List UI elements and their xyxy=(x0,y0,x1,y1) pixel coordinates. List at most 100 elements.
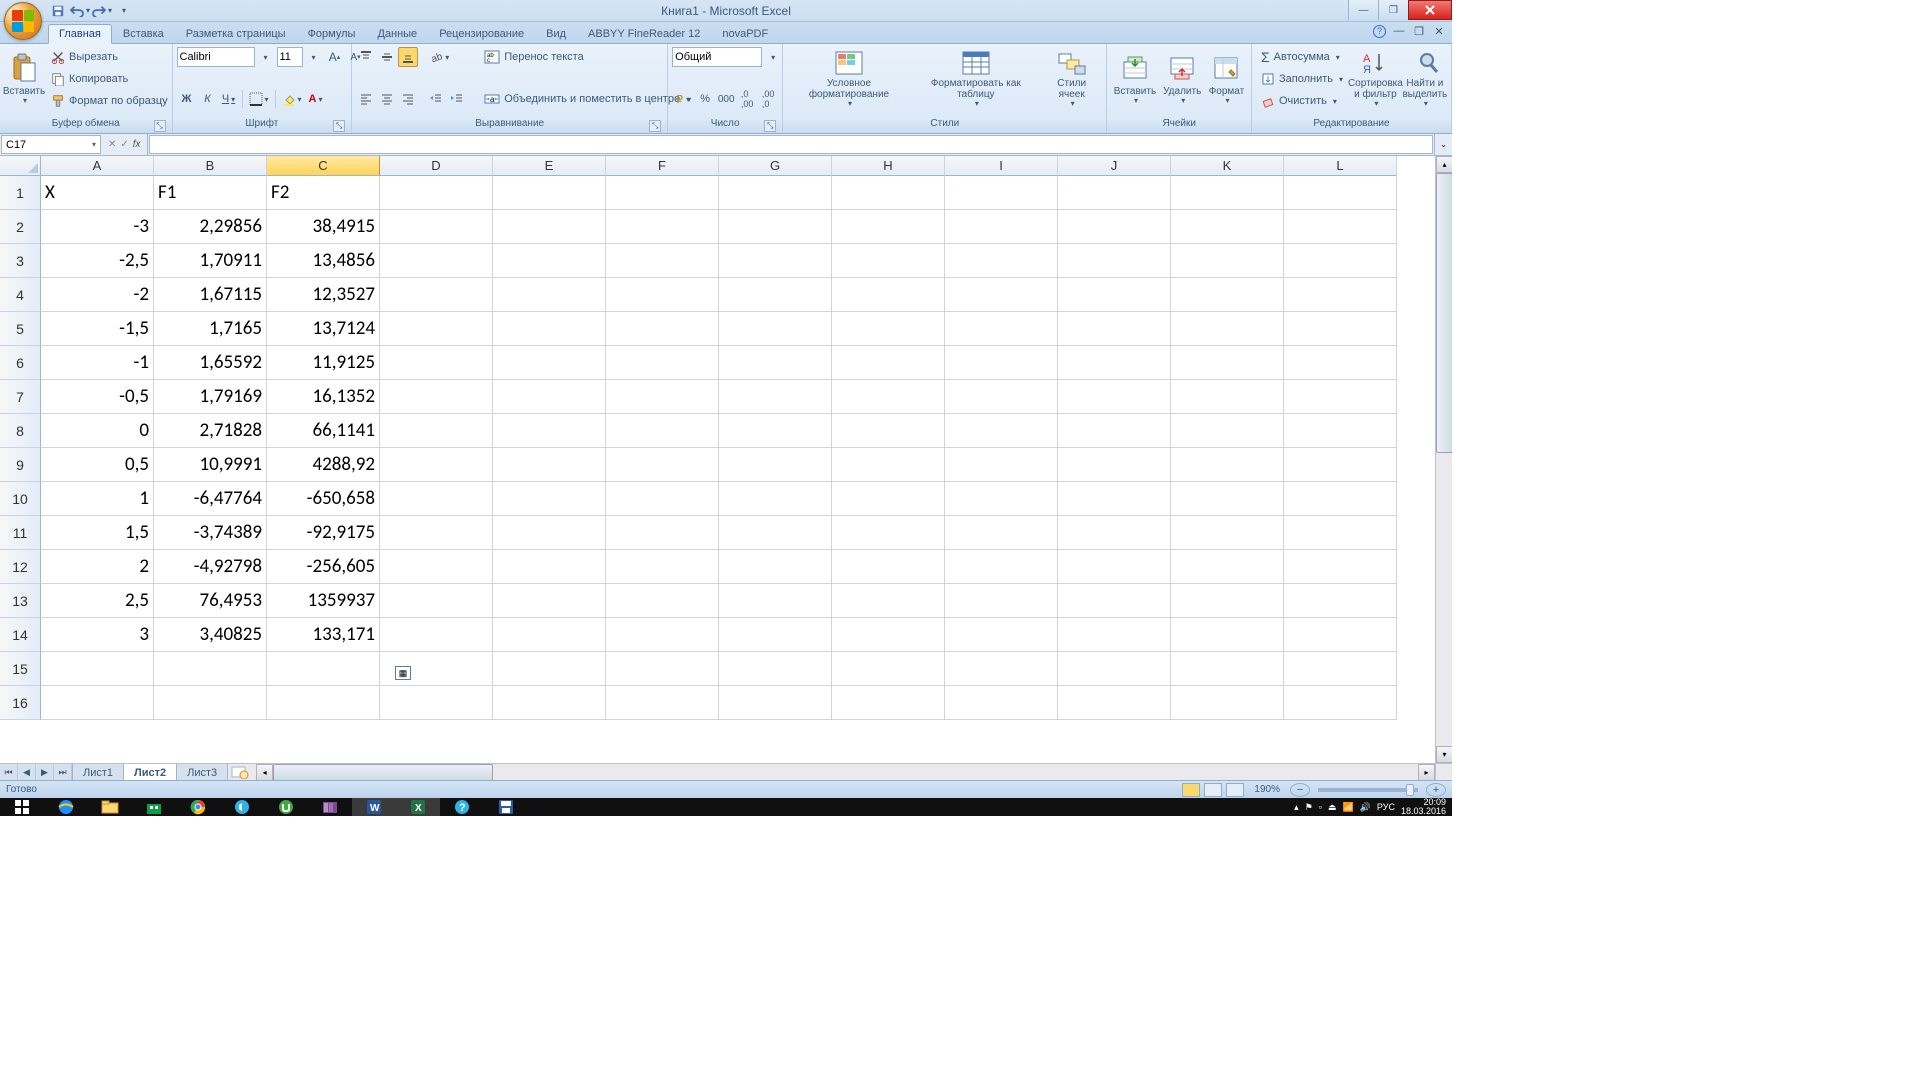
cell[interactable]: F2 xyxy=(267,176,380,210)
cell[interactable] xyxy=(1058,346,1171,380)
column-header[interactable]: H xyxy=(832,156,945,176)
cell[interactable] xyxy=(832,686,945,720)
ribbon-tab-6[interactable]: Вид xyxy=(535,24,577,43)
font-dialog-launcher[interactable]: ⤡ xyxy=(333,120,345,132)
cell[interactable] xyxy=(719,550,832,584)
cell[interactable] xyxy=(832,210,945,244)
cell[interactable] xyxy=(380,618,493,652)
cell[interactable] xyxy=(832,584,945,618)
cell[interactable] xyxy=(606,584,719,618)
cell[interactable] xyxy=(719,414,832,448)
cell[interactable] xyxy=(1171,176,1284,210)
number-format-select[interactable] xyxy=(672,47,762,67)
cell[interactable] xyxy=(832,448,945,482)
cell[interactable] xyxy=(380,550,493,584)
cell[interactable] xyxy=(41,652,154,686)
cell[interactable] xyxy=(945,244,1058,278)
grow-font-button[interactable]: A▴ xyxy=(325,47,345,67)
cell[interactable] xyxy=(1284,380,1397,414)
cell[interactable] xyxy=(1171,652,1284,686)
row-header[interactable]: 12 xyxy=(0,550,41,584)
tray-network-icon[interactable]: 📶 xyxy=(1342,802,1353,813)
zoom-in-button[interactable]: + xyxy=(1426,783,1446,797)
row-header[interactable]: 3 xyxy=(0,244,41,278)
office-button[interactable] xyxy=(4,2,42,40)
cell[interactable] xyxy=(1284,414,1397,448)
cell[interactable] xyxy=(1058,244,1171,278)
taskbar-utorrent[interactable] xyxy=(264,798,308,816)
cell[interactable] xyxy=(1058,550,1171,584)
cell[interactable] xyxy=(606,686,719,720)
cell[interactable] xyxy=(380,448,493,482)
cell[interactable] xyxy=(493,210,606,244)
cell[interactable] xyxy=(493,244,606,278)
column-header[interactable]: I xyxy=(945,156,1058,176)
sheet-tab[interactable]: Лист3 xyxy=(177,764,228,780)
formula-input[interactable] xyxy=(149,135,1433,154)
align-left-button[interactable] xyxy=(356,89,376,109)
cell[interactable]: 1,79169 xyxy=(154,380,267,414)
cell[interactable] xyxy=(606,278,719,312)
row-header[interactable]: 13 xyxy=(0,584,41,618)
cell[interactable] xyxy=(1058,448,1171,482)
column-header[interactable]: B xyxy=(154,156,267,176)
taskbar-explorer[interactable] xyxy=(88,798,132,816)
align-top-button[interactable] xyxy=(356,47,376,67)
ribbon-tab-0[interactable]: Главная xyxy=(48,24,112,44)
cell[interactable] xyxy=(380,176,493,210)
cell[interactable] xyxy=(267,652,380,686)
cell[interactable] xyxy=(1058,482,1171,516)
cell[interactable] xyxy=(1284,516,1397,550)
taskbar-audio[interactable] xyxy=(220,798,264,816)
cell[interactable] xyxy=(493,176,606,210)
taskbar-excel[interactable]: X xyxy=(396,798,440,816)
cell[interactable] xyxy=(832,380,945,414)
column-header[interactable]: J xyxy=(1058,156,1171,176)
cell[interactable] xyxy=(493,652,606,686)
tray-clock[interactable]: 20:09 18.03.2016 xyxy=(1401,798,1446,816)
tray-app-icon[interactable]: ▫ xyxy=(1319,802,1322,812)
column-header[interactable]: F xyxy=(606,156,719,176)
cell[interactable] xyxy=(1058,278,1171,312)
cell[interactable]: -6,47764 xyxy=(154,482,267,516)
cell[interactable] xyxy=(380,482,493,516)
cell[interactable] xyxy=(719,312,832,346)
format-painter-button[interactable]: Формат по образцу xyxy=(46,90,173,112)
cell[interactable] xyxy=(606,380,719,414)
cell[interactable]: 3,40825 xyxy=(154,618,267,652)
cell[interactable] xyxy=(1171,312,1284,346)
cell[interactable] xyxy=(832,414,945,448)
taskbar-word[interactable]: W xyxy=(352,798,396,816)
cell[interactable]: 1,5 xyxy=(41,516,154,550)
clear-button[interactable]: Очистить xyxy=(1256,90,1348,112)
format-cells-button[interactable]: Формат xyxy=(1206,46,1247,112)
tray-up-icon[interactable]: ▴ xyxy=(1294,802,1299,813)
orientation-button[interactable]: ab xyxy=(426,47,452,67)
cell[interactable] xyxy=(719,176,832,210)
cell[interactable]: 2,71828 xyxy=(154,414,267,448)
qat-redo[interactable] xyxy=(92,2,112,20)
sheet-nav-last[interactable]: ⏭ xyxy=(54,764,72,781)
cell[interactable] xyxy=(1058,312,1171,346)
cut-button[interactable]: Вырезать xyxy=(46,46,173,68)
cell[interactable] xyxy=(493,686,606,720)
autofill-options-icon[interactable]: ▦ xyxy=(395,666,411,680)
ribbon-tab-3[interactable]: Формулы xyxy=(297,24,367,43)
cell[interactable] xyxy=(380,380,493,414)
cell[interactable] xyxy=(380,210,493,244)
cell[interactable]: F1 xyxy=(154,176,267,210)
cell[interactable] xyxy=(719,686,832,720)
ribbon-tab-5[interactable]: Рецензирование xyxy=(428,24,535,43)
cell[interactable] xyxy=(832,176,945,210)
cell[interactable] xyxy=(1171,584,1284,618)
cell[interactable] xyxy=(606,414,719,448)
delete-cells-button[interactable]: Удалить xyxy=(1161,46,1204,112)
paste-button[interactable]: Вставить xyxy=(4,46,44,112)
cell[interactable] xyxy=(832,244,945,278)
cell[interactable]: 2,5 xyxy=(41,584,154,618)
cell[interactable] xyxy=(380,312,493,346)
cell[interactable] xyxy=(719,482,832,516)
enter-formula-icon[interactable]: ✓ xyxy=(120,139,128,150)
cell[interactable] xyxy=(1171,210,1284,244)
cell[interactable] xyxy=(945,584,1058,618)
